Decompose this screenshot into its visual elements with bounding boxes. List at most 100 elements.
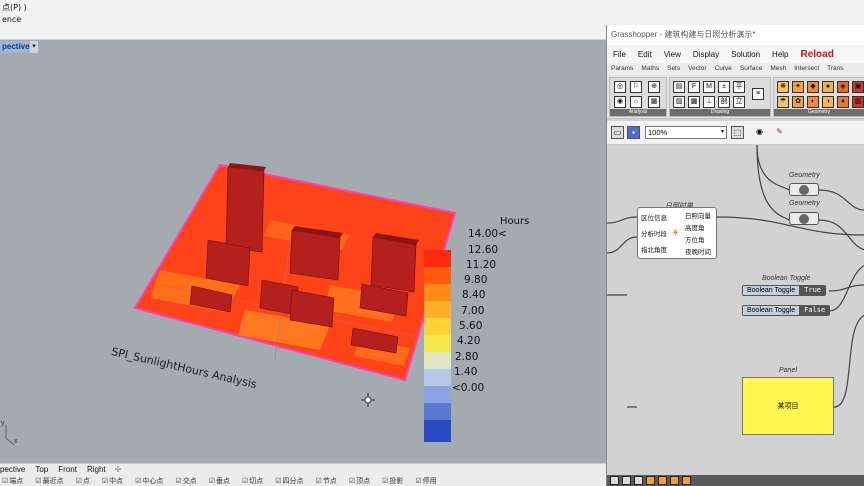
geometry-tool-icon[interactable]: ✿ [792,96,804,108]
status-icon[interactable] [610,476,619,485]
analysis-tool-icon[interactable]: ▦ [648,96,660,108]
geometry-tool-icon[interactable]: ◐ [807,96,819,108]
tab-curve[interactable]: Curve [711,63,736,75]
rhino-menu-item[interactable]: ence [2,15,21,24]
input-north[interactable]: 指北角度 [641,244,667,254]
preview-eye-icon[interactable]: ◉ [753,126,766,139]
status-icon[interactable] [634,476,643,485]
geometry-param-1[interactable] [789,183,819,196]
drawing-tool-icon[interactable]: F [688,81,700,93]
drawing-tool-icon[interactable]: 平 [733,81,745,93]
status-icon[interactable] [658,476,667,485]
output-azimuth[interactable]: 方位角 [685,234,705,244]
drawing-tool-icon[interactable]: 剖 [718,96,730,108]
osnap-option[interactable]: 顶点 [349,477,370,486]
analysis-tool-icon[interactable]: ◉ [614,96,626,108]
status-icon[interactable] [670,476,679,485]
drawing-tool-icon[interactable]: ▤ [673,81,685,93]
menu-file[interactable]: File [607,50,632,59]
geometry-tool-icon[interactable]: ◑ [822,96,834,108]
zoom-select[interactable]: 100% ▾ [645,126,727,139]
tab-surface[interactable]: Surface [736,63,766,75]
paint-brush-icon[interactable]: ✎ [773,126,786,139]
reload-button[interactable]: Reload [795,49,840,60]
output-night[interactable]: 夜晚时间 [685,246,711,256]
menu-solution[interactable]: Solution [725,50,766,59]
osnap-option[interactable]: 节点 [316,477,337,486]
toggle-value[interactable]: True [800,286,825,295]
grasshopper-canvas[interactable]: Geometry Geometry 日照时量 区位信息 分析时段 指北角度 ☀ … [607,145,864,475]
zoom-extents-icon[interactable]: ⬚ [731,126,744,139]
tab-intersect[interactable]: Intersect [790,63,823,75]
osnap-option[interactable]: 最近点 [35,477,64,486]
geometry-tool-icon[interactable]: ✦ [792,81,804,93]
view-tab-perspective[interactable]: pective [0,464,30,476]
tab-maths[interactable]: Maths [637,63,663,75]
status-icon[interactable] [622,476,631,485]
analysis-tool-icon[interactable]: ◎ [614,81,626,93]
text-panel[interactable]: 某项目 [742,377,834,435]
analysis-tool-icon[interactable]: ☼ [630,96,642,108]
geometry-tool-icon[interactable]: ❋ [777,81,789,93]
analysis-tool-icon[interactable]: ⚐ [630,81,642,93]
add-view-icon[interactable]: ✢ [111,464,126,476]
osnap-option[interactable]: 中心点 [135,477,163,486]
osnap-option[interactable]: 停用 [415,477,437,486]
boolean-toggle-true[interactable]: Boolean Toggle True [742,285,826,296]
tab-params[interactable]: Params [607,63,637,75]
boolean-toggle-false[interactable]: Boolean Toggle False [742,305,831,316]
drawing-tool-icon[interactable]: M [703,81,715,93]
geometry-tool-icon[interactable]: ▥ [852,96,864,108]
toggle-value[interactable]: False [800,306,830,315]
view-tab-front[interactable]: Front [53,464,82,476]
osnap-option[interactable]: 端点 [2,477,23,486]
tab-mesh[interactable]: Mesh [766,63,790,75]
osnap-option[interactable]: 投影 [382,477,403,486]
drawing-tool-icon[interactable]: ▨ [673,96,685,108]
view-tab-right[interactable]: Right [82,464,111,476]
open-file-icon[interactable]: ▭ [611,126,624,139]
input-period[interactable]: 分析时段 [641,228,667,238]
menu-display[interactable]: Display [687,50,725,59]
toggle-label: Boolean Toggle [762,275,811,282]
sunlight-component[interactable]: 区位信息 分析时段 指北角度 ☀ 日照向量 高度角 方位角 夜晚时间 [637,207,717,259]
geometry-param-2[interactable] [789,212,819,225]
osnap-option[interactable]: 点 [76,477,90,486]
geometry-tool-icon[interactable]: ☂ [777,96,789,108]
drawing-tool-icon[interactable]: ▩ [688,96,700,108]
output-altitude[interactable]: 高度角 [685,222,705,232]
geometry-tool-icon[interactable]: ◆ [807,81,819,93]
geometry-tool-icon[interactable]: ▣ [852,81,864,93]
osnap-option[interactable]: 垂点 [209,477,230,486]
rhino-viewport[interactable]: pective ▾ SPI_SunlightHours Analysis Hou… [0,40,606,463]
status-icon[interactable] [646,476,655,485]
menu-view[interactable]: View [658,50,687,59]
output-sun-vector[interactable]: 日照向量 [685,210,711,220]
menu-help[interactable]: Help [766,50,794,59]
viewport-title-tab[interactable]: pective [0,41,32,53]
legend-label: 11.20 [466,259,497,271]
geometry-tool-icon[interactable]: ● [822,81,834,93]
status-icon[interactable] [682,476,691,485]
osnap-option[interactable]: 中点 [102,477,123,486]
drawing-tool-icon[interactable]: ≡ [752,88,764,100]
tab-vector[interactable]: Vector [684,63,710,75]
viewport-menu-chevron-icon[interactable]: ▾ [30,41,38,53]
geometry-tool-icon[interactable]: ♦ [837,96,849,108]
analysis-tool-icon[interactable]: ⊕ [648,81,660,93]
rhino-menu-item[interactable]: 点(P) ) [2,2,27,13]
geometry-tool-icon[interactable]: ◈ [837,81,849,93]
osnap-option[interactable]: 切点 [242,477,263,486]
drawing-tool-icon[interactable]: 立 [733,96,745,108]
sun-icon: ☀ [671,228,680,239]
tab-sets[interactable]: Sets [663,63,684,75]
drawing-tool-icon[interactable]: ⊥ [703,96,715,108]
save-file-icon[interactable]: ▪ [627,126,640,139]
osnap-option[interactable]: 交点 [175,477,197,486]
drawing-tool-icon[interactable]: ± [718,81,730,93]
menu-edit[interactable]: Edit [632,50,658,59]
tab-trans[interactable]: Trans [823,63,847,75]
view-tab-top[interactable]: Top [30,464,53,476]
osnap-option[interactable]: 四分点 [275,477,304,486]
input-location[interactable]: 区位信息 [641,212,667,222]
